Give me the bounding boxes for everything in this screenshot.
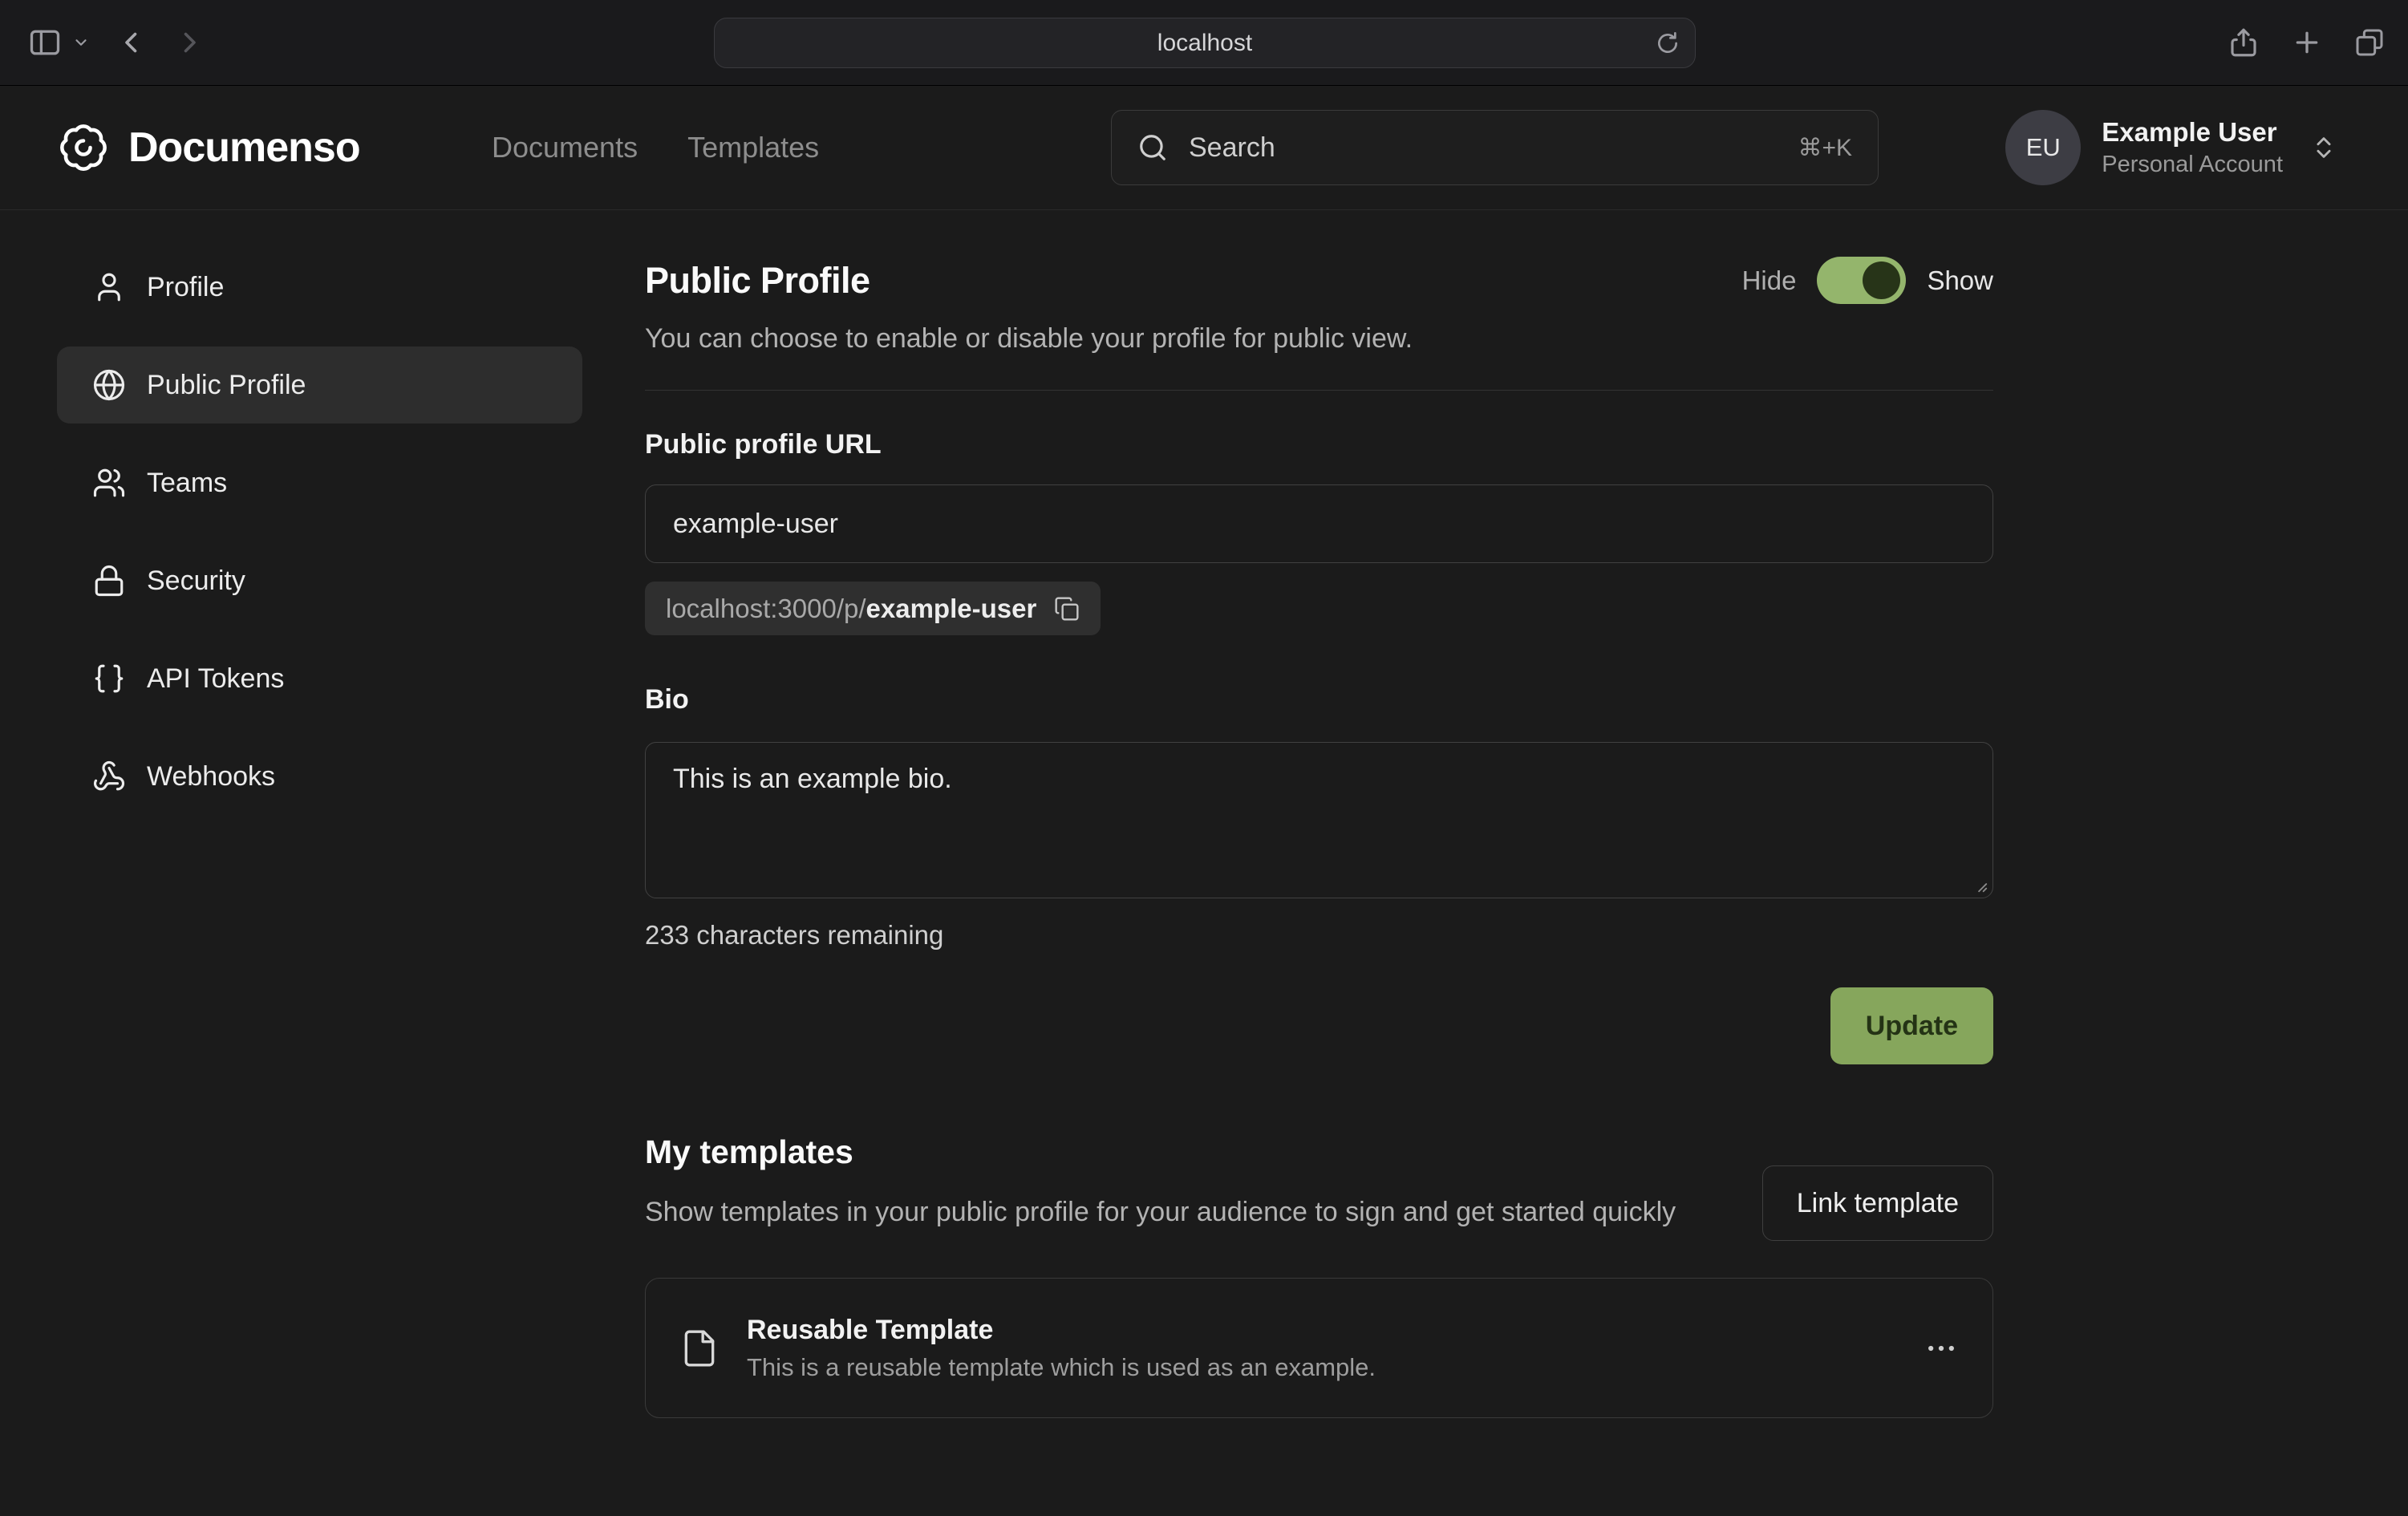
resize-handle-icon[interactable] — [1971, 876, 1988, 894]
address-bar-url: localhost — [1157, 30, 1252, 57]
template-description: This is a reusable template which is use… — [747, 1353, 1376, 1382]
sidebar-item-label: Profile — [147, 272, 224, 303]
page-subtitle: You can choose to enable or disable your… — [645, 323, 1993, 355]
bio-textarea[interactable]: This is an example bio. — [645, 742, 1993, 898]
sidebar-toggle-icon[interactable] — [27, 25, 63, 60]
ellipsis-menu-icon[interactable] — [1924, 1331, 1959, 1366]
user-menu[interactable]: EU Example User Personal Account — [2005, 110, 2337, 185]
switch-thumb — [1863, 261, 1900, 299]
browser-nav-controls — [27, 25, 204, 60]
browser-chrome: localhost — [0, 0, 2408, 86]
update-button[interactable]: Update — [1830, 987, 1993, 1064]
search-bar[interactable]: ⌘+K — [1111, 110, 1879, 185]
tab-overview-icon[interactable] — [2353, 26, 2386, 59]
profile-url-input[interactable] — [645, 484, 1993, 563]
copy-icon[interactable] — [1054, 596, 1080, 622]
templates-description: Show templates in your public profile fo… — [645, 1192, 1704, 1232]
documenso-logo-icon — [58, 122, 109, 173]
sidebar-item-label: API Tokens — [147, 663, 284, 695]
screen: localhost Documenso Documents — [0, 0, 2408, 1516]
search-input[interactable] — [1189, 132, 1777, 164]
url-prefix: localhost:3000/p/ — [666, 594, 866, 623]
search-shortcut: ⌘+K — [1798, 134, 1852, 162]
nav-templates[interactable]: Templates — [687, 131, 819, 164]
back-icon[interactable] — [117, 28, 146, 57]
brand-name: Documenso — [128, 124, 360, 172]
chevron-down-icon[interactable] — [72, 34, 90, 51]
braces-icon — [92, 662, 126, 695]
sidebar-item-api-tokens[interactable]: API Tokens — [57, 640, 582, 717]
users-icon — [92, 466, 126, 500]
visibility-toggle: Hide Show — [1742, 257, 1993, 304]
template-name: Reusable Template — [747, 1315, 1376, 1346]
settings-sidebar: Profile Public Profile Teams Security AP… — [57, 249, 582, 1516]
characters-remaining: 233 characters remaining — [645, 920, 1993, 951]
sidebar-item-security[interactable]: Security — [57, 542, 582, 619]
lock-icon — [92, 564, 126, 598]
nav-documents[interactable]: Documents — [492, 131, 638, 164]
my-templates-section: My templates Show templates in your publ… — [645, 1133, 1993, 1418]
avatar: EU — [2005, 110, 2081, 185]
url-slug: example-user — [866, 594, 1037, 623]
template-card: Reusable Template This is a reusable tem… — [645, 1278, 1993, 1418]
profile-url-preview: localhost:3000/p/example-user — [645, 582, 1101, 635]
sidebar-item-webhooks[interactable]: Webhooks — [57, 738, 582, 815]
sidebar-item-profile[interactable]: Profile — [57, 249, 582, 326]
sidebar-item-label: Public Profile — [147, 370, 306, 401]
url-field-label: Public profile URL — [645, 429, 1993, 460]
sidebar-item-label: Teams — [147, 468, 227, 499]
webhook-icon — [92, 760, 126, 793]
forward-icon[interactable] — [175, 28, 204, 57]
user-text: Example User Personal Account — [2102, 117, 2283, 178]
user-icon — [92, 270, 126, 304]
avatar-initials: EU — [2026, 133, 2061, 162]
bio-field-label: Bio — [645, 684, 1993, 715]
brand[interactable]: Documenso — [58, 122, 360, 173]
search-icon — [1137, 132, 1168, 163]
reload-icon[interactable] — [1655, 30, 1680, 56]
visibility-switch[interactable] — [1817, 257, 1906, 304]
browser-actions — [2227, 0, 2386, 85]
globe-icon — [92, 368, 126, 402]
share-icon[interactable] — [2227, 26, 2260, 59]
new-tab-icon[interactable] — [2291, 26, 2323, 59]
main-nav: Documents Templates — [492, 131, 819, 164]
link-template-button[interactable]: Link template — [1762, 1165, 1993, 1241]
chevrons-up-down-icon — [2310, 134, 2337, 161]
sidebar-item-label: Webhooks — [147, 761, 275, 792]
sidebar-item-public-profile[interactable]: Public Profile — [57, 347, 582, 424]
address-bar[interactable]: localhost — [714, 18, 1696, 68]
app-header: Documenso Documents Templates ⌘+K EU Exa… — [0, 86, 2408, 210]
sidebar-item-teams[interactable]: Teams — [57, 444, 582, 521]
divider — [645, 390, 1993, 391]
user-account-type: Personal Account — [2102, 152, 2283, 178]
hide-label: Hide — [1742, 266, 1797, 296]
user-name: Example User — [2102, 117, 2283, 148]
page-title: Public Profile — [645, 260, 870, 302]
sidebar-item-label: Security — [147, 565, 245, 597]
file-icon — [679, 1328, 720, 1368]
show-label: Show — [1927, 266, 1993, 296]
main-panel: Public Profile Hide Show You can choose … — [645, 249, 1993, 1516]
content: Profile Public Profile Teams Security AP… — [0, 210, 2408, 1516]
